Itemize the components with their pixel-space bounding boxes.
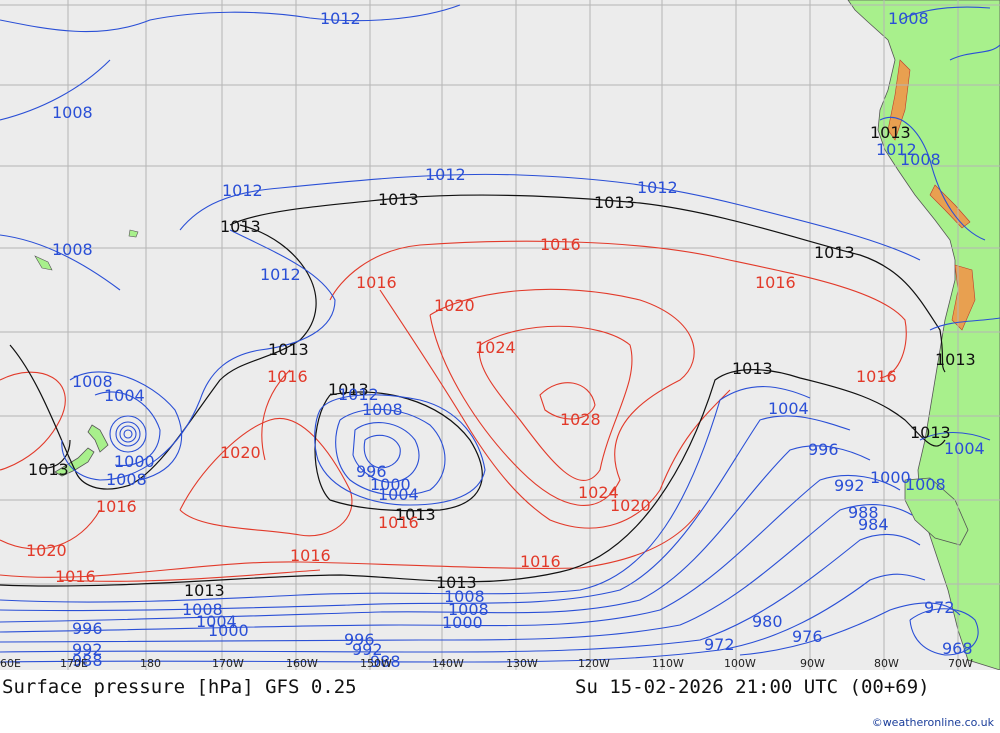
isobar-label: 1016	[378, 513, 419, 532]
isobar-label: 1000	[208, 621, 249, 640]
lon-tick: 140W	[432, 657, 464, 670]
isobar-label: 1013	[268, 340, 309, 359]
lon-tick: 130W	[506, 657, 538, 670]
isobar-label: 1008	[905, 475, 946, 494]
isobar-label: 1012	[222, 181, 263, 200]
lon-tick: 170W	[212, 657, 244, 670]
isobar-label: 1008	[888, 9, 929, 28]
isobar-label: 1004	[944, 439, 985, 458]
lon-tick: 70W	[948, 657, 973, 670]
isobar-label: 1000	[442, 613, 483, 632]
isobar-label: 992	[834, 476, 865, 495]
isobar-label: 1004	[768, 399, 809, 418]
isobar-label: 976	[792, 627, 823, 646]
lon-tick: 80W	[874, 657, 899, 670]
lon-tick: 100W	[724, 657, 756, 670]
isobar-label: 1012	[260, 265, 301, 284]
isobar-label: 1013	[378, 190, 419, 209]
lon-tick: 60E	[0, 657, 21, 670]
isobar-label: 1000	[114, 452, 155, 471]
isobar-label: 1016	[290, 546, 331, 565]
isobar-label: 996	[72, 619, 103, 638]
isobar-label: 1016	[540, 235, 581, 254]
isobar-label: 1013	[220, 217, 261, 236]
isobar-label: 1004	[378, 485, 419, 504]
isobar-label: 1016	[267, 367, 308, 386]
isobar-label: 1016	[520, 552, 561, 571]
isobar-label: 1016	[755, 273, 796, 292]
isobar-label: 1024	[475, 338, 516, 357]
isobar-label: 1008	[52, 103, 93, 122]
isobar-label: 972	[704, 635, 735, 654]
pressure-map: 1013 1013 1013 1013 1013 1013 1013 1013 …	[0, 0, 1000, 670]
isobar-label: 996	[344, 630, 375, 649]
isobar-label: 984	[858, 515, 889, 534]
lon-tick: 160W	[286, 657, 318, 670]
isobar-label: 980	[752, 612, 783, 631]
isobar-label: 1008	[362, 400, 403, 419]
isobar-label: 1012	[637, 178, 678, 197]
isobar-label: 1008	[900, 150, 941, 169]
lon-tick: 110W	[652, 657, 684, 670]
isobar-label: 1013	[28, 460, 69, 479]
isobar-label: 1016	[356, 273, 397, 292]
valid-time: Su 15-02-2026 21:00 UTC (00+69)	[575, 676, 930, 698]
lon-tick: 170E	[60, 657, 88, 670]
isobar-label: 1016	[55, 567, 96, 586]
weather-map-view: 1013 1013 1013 1013 1013 1013 1013 1013 …	[0, 0, 1000, 733]
isobar-label: 1004	[104, 386, 145, 405]
isobar-label: 1020	[610, 496, 651, 515]
isobar-label: 1020	[220, 443, 261, 462]
isobar-label: 1016	[96, 497, 137, 516]
lon-tick: 150W	[360, 657, 392, 670]
isobar-label: 1012	[320, 9, 361, 28]
isobar-label: 1008	[52, 240, 93, 259]
isobar-label: 1013	[935, 350, 976, 369]
isobar-label: 1013	[732, 359, 773, 378]
isobar-label: 1013	[814, 243, 855, 262]
isobar-label: 1008	[106, 470, 147, 489]
map-title: Surface pressure [hPa] GFS 0.25	[2, 676, 357, 698]
isobar-label: 996	[808, 440, 839, 459]
lon-tick: 120W	[578, 657, 610, 670]
isobar-label: 1028	[560, 410, 601, 429]
isobar-label: 1020	[434, 296, 475, 315]
isobar-label: 1013	[594, 193, 635, 212]
isobar-label: 968	[942, 639, 973, 658]
isobar-label: 1020	[26, 541, 67, 560]
credit-link[interactable]: ©weatheronline.co.uk	[872, 716, 994, 729]
isobar-label: 972	[924, 598, 955, 617]
isobar-label: 1013	[184, 581, 225, 600]
lon-tick: 90W	[800, 657, 825, 670]
lon-tick: 180	[140, 657, 161, 670]
isobar-label: 1012	[425, 165, 466, 184]
isobar-label: 1016	[856, 367, 897, 386]
